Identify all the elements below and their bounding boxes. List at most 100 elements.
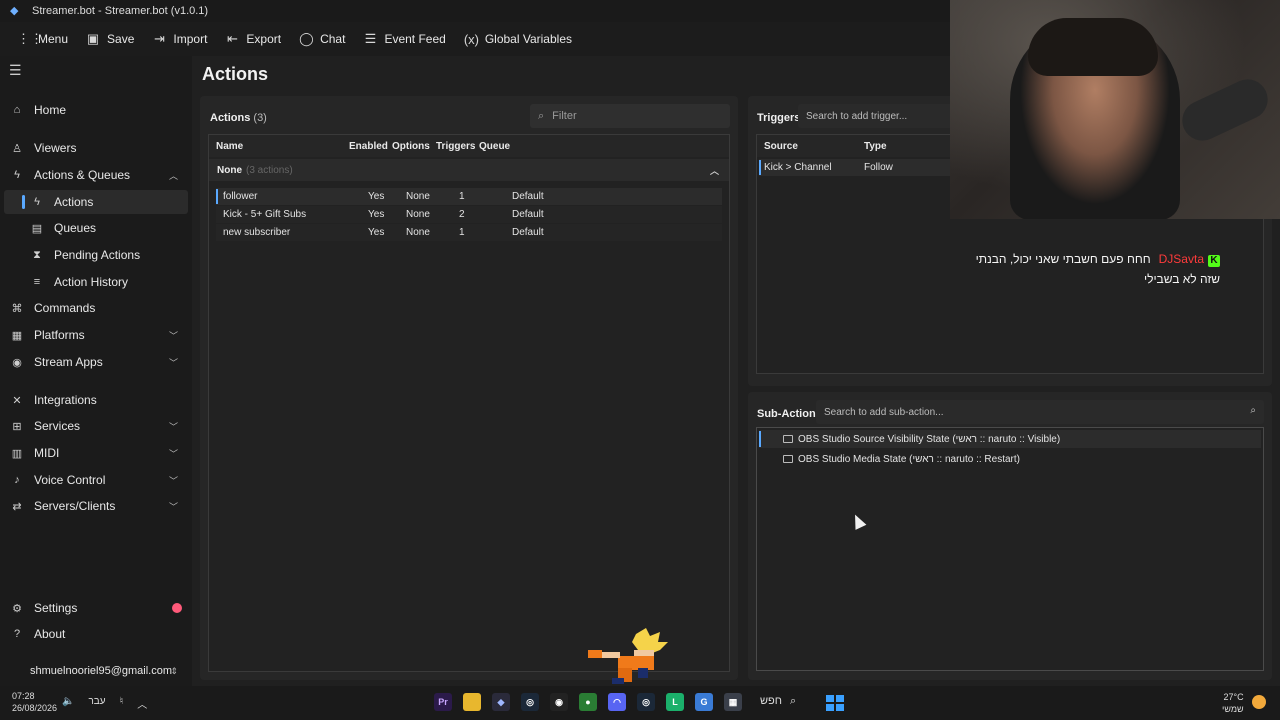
table-row[interactable]: Kick - 5+ Gift Subs Yes None 2 Default [216,206,722,223]
cell-enabled: Yes [368,191,385,202]
global-variables-button[interactable]: (x) Global Variables [455,25,581,53]
export-label: Export [246,32,282,46]
chat-button[interactable]: ◯ Chat [290,25,354,53]
sidebar-item-commands[interactable]: ⌘ Commands [4,296,188,320]
services-icon: ⊞ [12,420,22,433]
subaction-item[interactable]: OBS Studio Source Visibility State (ראשי… [759,430,1261,448]
microphone-icon[interactable]: ♮ [120,696,124,711]
sidebar-item-action-history[interactable]: ≡ Action History [4,270,188,294]
windows-start-icon[interactable] [826,695,844,711]
sidebar-item-pending-actions[interactable]: ⧗ Pending Actions [4,243,188,267]
event-feed-label: Event Feed [384,32,446,46]
sidebar-item-stream-apps[interactable]: ◉ Stream Apps ﹀ [4,350,188,374]
sidebar-item-platforms[interactable]: ▦ Platforms ﹀ [4,323,188,347]
sidebar-item-settings[interactable]: ⚙ Settings [4,596,188,620]
sidebar-item-about[interactable]: ? About [4,622,188,646]
chevron-up-icon: ︿ [168,170,178,181]
page-title: Actions [202,64,269,84]
column-header-source[interactable]: Source [764,141,798,152]
column-header-type[interactable]: Type [864,141,887,152]
event-feed-button[interactable]: ☰ Event Feed [354,25,454,53]
sidebar-item-label: Actions & Queues [34,168,131,182]
table-row[interactable]: new subscriber Yes None 1 Default [216,224,722,241]
group-name: None (3 actions) [217,165,293,176]
search-icon: ⌕ [538,109,545,122]
volume-icon[interactable]: 🔈 [62,696,74,711]
export-button[interactable]: ⇤ Export [216,25,290,53]
system-tray: 🔈 עבר ♮ ︿ [62,696,147,711]
taskbar-search[interactable]: חפש ⌕ [760,695,796,708]
column-header-enabled[interactable]: Enabled [349,141,388,152]
filter-placeholder: Filter [552,110,577,122]
discord-icon[interactable]: ◠ [608,693,626,711]
subaction-label: OBS Studio Source Visibility State (ראשי… [798,433,1061,445]
calculator-icon[interactable]: ▦ [724,693,742,711]
sidebar-item-label: Home [34,103,67,117]
streamerbot-icon[interactable]: ◆ [492,693,510,711]
sidebar-item-label: Queues [54,221,97,235]
command-icon: ⌘ [11,302,23,315]
obs-icon[interactable]: ◉ [550,693,568,711]
language-indicator[interactable]: עבר [88,696,105,711]
subaction-search-input[interactable]: Search to add sub-action... ⌕ [816,400,1264,424]
server-icon: ⇄ [12,500,22,513]
column-header-queue[interactable]: Queue [479,141,510,152]
cell-options: None [406,227,430,238]
cell-queue: Default [512,209,544,220]
obs-window-icon [783,435,793,443]
sidebar: ☰ ⌂ Home ♙ Viewers ϟ Actions & Queues ︿ ϟ Act… [0,56,192,686]
chevron-updown-icon: ⇕ [170,665,178,676]
sidebar-item-actions[interactable]: ϟ Actions [4,190,188,214]
sidebar-item-label: Action History [54,275,129,289]
question-icon: ? [13,628,21,640]
table-row[interactable]: follower Yes None 1 Default [216,188,722,205]
chevron-up-icon[interactable]: ︿ [137,696,147,711]
column-header-name[interactable]: Name [216,141,243,152]
sidebar-item-servers-clients[interactable]: ⇄ Servers/Clients ﹀ [4,494,188,518]
premiere-icon[interactable]: Pr [434,693,452,711]
save-icon: ▣ [86,31,100,46]
group-name-label: None [217,165,242,176]
sidebar-item-voice-control[interactable]: ♪ Voice Control ﹀ [4,468,188,492]
chevron-up-icon[interactable]: ︿ [710,164,719,177]
action-group-row[interactable]: None (3 actions) ︿ [209,159,729,181]
filter-input[interactable]: ⌕ Filter [530,104,730,128]
chrome-icon[interactable]: ● [579,693,597,711]
folder-icon[interactable] [463,693,481,711]
sidebar-item-queues[interactable]: ▤ Queues [4,216,188,240]
hamburger-icon[interactable]: ☰ [9,62,22,79]
midi-icon: ▥ [11,447,23,460]
subaction-item[interactable]: OBS Studio Media State (ראשי :: naruto :… [759,450,1261,468]
streamer-headphones [1028,18,1158,76]
sidebar-item-viewers[interactable]: ♙ Viewers [4,136,188,160]
sidebar-item-home[interactable]: ⌂ Home [4,98,188,122]
menu-button[interactable]: ⋮⋮ Menu [8,25,77,53]
save-label: Save [107,32,135,46]
search-icon[interactable]: ⌕ [1250,405,1256,416]
sidebar-item-label: Settings [34,601,78,615]
variable-icon: (x) [463,31,479,47]
steam-icon[interactable]: ◎ [521,693,539,711]
subactions-heading: Sub-Actions [757,408,822,420]
save-button[interactable]: ▣ Save [77,25,143,53]
sidebar-item-integrations[interactable]: ✕ Integrations [4,388,188,412]
account-selector[interactable]: shmuelnooriel95@gmail.com ⇕ [4,659,188,683]
column-header-options[interactable]: Options [392,141,430,152]
sidebar-item-services[interactable]: ⊞ Services ﹀ [4,414,188,438]
gear-icon: ⚙ [12,602,22,615]
sidebar-item-actions-queues[interactable]: ϟ Actions & Queues ︿ [4,163,188,187]
g-app-icon[interactable]: G [695,693,713,711]
column-header-triggers[interactable]: Triggers [436,141,475,152]
cell-name: Kick - 5+ Gift Subs [223,209,307,220]
steam-icon[interactable]: ◎ [637,693,655,711]
import-button[interactable]: ⇥ Import [143,25,216,53]
sidebar-item-label: Servers/Clients [34,499,116,513]
sidebar-item-midi[interactable]: ▥ MIDI ﹀ [4,441,188,465]
cell-type: Follow [864,162,893,173]
chevron-down-icon: ﹀ [168,421,178,432]
clock[interactable]: 07:28 26/08/2026 [12,690,57,714]
live-icon[interactable]: L [666,693,684,711]
actions-count: (3) [253,112,267,124]
chat-username: DJSavta [1158,252,1204,266]
weather-widget[interactable]: 27°C שמשי [1222,691,1244,715]
